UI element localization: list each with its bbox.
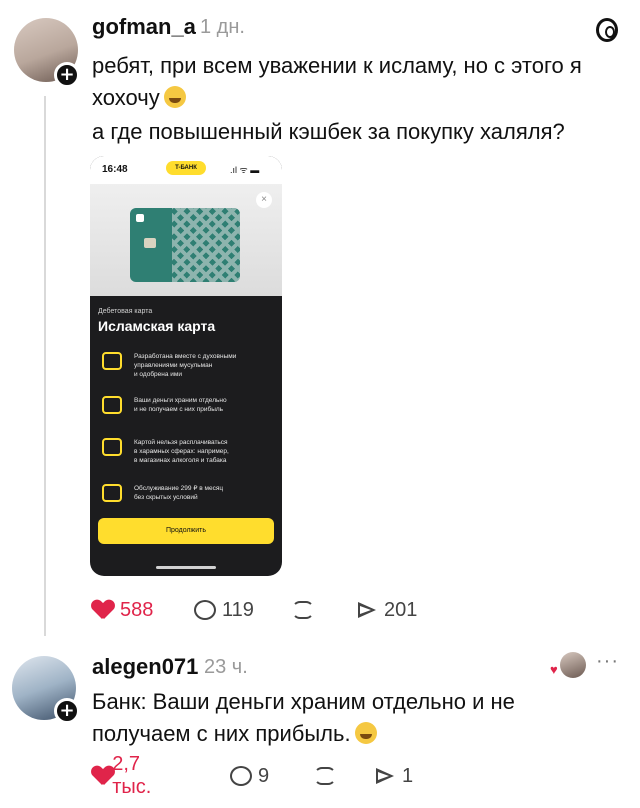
card-title: Исламская карта — [98, 318, 216, 334]
comment-button[interactable]: 9 — [230, 762, 269, 790]
home-indicator — [156, 566, 216, 569]
repost-button[interactable] — [292, 596, 320, 624]
share-count: 1 — [402, 764, 414, 787]
send-icon — [374, 767, 396, 785]
like-button[interactable]: 588 — [92, 596, 153, 624]
heart-icon — [92, 766, 106, 786]
liked-by-author-avatar — [560, 652, 586, 678]
reply-text-line-1: Банк: Ваши деньги храним отдельно и не — [92, 689, 515, 714]
card-ornament — [172, 208, 240, 282]
shield-icon — [102, 396, 122, 414]
like-button[interactable]: 2,7 тыс. — [92, 753, 159, 798]
repost-icon — [314, 767, 336, 785]
continue-button[interactable]: Продолжить — [98, 518, 274, 544]
cross-icon — [102, 438, 122, 456]
reply-username[interactable]: alegen071 — [92, 654, 198, 680]
thread-line — [44, 96, 46, 636]
bank-logo-icon — [136, 214, 144, 222]
share-button[interactable]: 201 — [356, 596, 417, 624]
post-text-line-2-text: хохочу — [92, 85, 160, 110]
share-button[interactable]: 1 — [374, 762, 413, 790]
comment-icon — [194, 600, 216, 620]
close-icon[interactable]: × — [256, 192, 272, 208]
status-time: 16:48 — [102, 164, 128, 175]
comment-button[interactable]: 119 — [194, 596, 254, 624]
reply-time: 23 ч. — [204, 656, 248, 678]
liked-by-author-heart-icon: ♥ — [550, 662, 558, 677]
post-text-line-1: ребят, при всем уважении к исламу, но с … — [92, 53, 582, 78]
feature-text: Картой нельзя расплачиваться в харамных … — [134, 439, 229, 464]
feature-text: Разработана вместе с духовными управлени… — [134, 353, 237, 378]
feature-text: Ваши деньги храним отдельно и не получае… — [134, 397, 227, 413]
status-icons: .ıl ᯤ ▬ — [230, 165, 260, 175]
card-type-label: Дебетовая карта — [98, 308, 153, 315]
more-options-button[interactable]: ··· — [596, 650, 619, 673]
crying-laughing-emoji-icon — [163, 86, 186, 108]
send-icon — [356, 601, 378, 619]
rolling-laughing-emoji-icon — [354, 722, 377, 744]
card-banner: × — [90, 184, 282, 296]
repost-icon — [292, 601, 314, 619]
status-bar: 16:48 T-БАНК .ıl ᯤ ▬ — [90, 156, 282, 184]
reply-text-line-2-text: получаем с них прибыль. — [92, 721, 351, 746]
heart-hand-icon — [102, 484, 122, 502]
comment-icon — [230, 766, 252, 786]
islamic-card-image — [130, 208, 240, 282]
attached-screenshot[interactable]: 16:48 T-БАНК .ıl ᯤ ▬ × Дебетовая карта И… — [90, 156, 282, 576]
post-time: 1 дн. — [200, 16, 245, 38]
post-text-line-2: хохочу — [92, 82, 186, 114]
reply-text-line-2: получаем с них прибыль. — [92, 718, 377, 750]
follow-plus-icon[interactable]: + — [54, 698, 80, 724]
handshake-icon — [102, 352, 122, 370]
feature-text: Обслуживание 299 ₽ в месяц без скрытых у… — [134, 485, 224, 501]
author-username[interactable]: gofman_a — [92, 14, 196, 40]
like-count: 588 — [120, 598, 154, 621]
card-chip-icon — [144, 238, 156, 248]
heart-icon — [92, 600, 114, 620]
post-text-line-3: а где повышенный кэшбек за покупку халял… — [92, 119, 565, 144]
repost-button[interactable] — [314, 762, 342, 790]
threads-logo-icon — [596, 18, 618, 42]
share-count: 201 — [384, 598, 418, 621]
comment-count: 119 — [222, 598, 254, 621]
follow-plus-icon[interactable]: + — [54, 62, 80, 88]
bank-badge: T-БАНК — [166, 161, 206, 175]
comment-count: 9 — [258, 764, 270, 787]
like-count: 2,7 тыс. — [112, 753, 152, 798]
